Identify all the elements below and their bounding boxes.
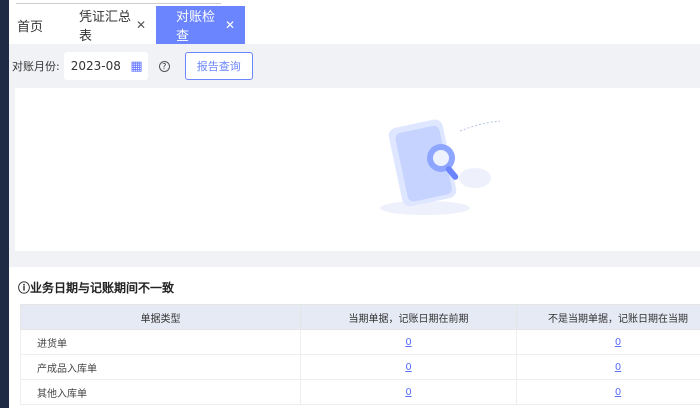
tab-home[interactable]: 首页: [9, 6, 69, 44]
mismatch-section: ⓘ业务日期与记账期间不一致 单据类型 当期单据，记账日期在前期 不是当期单据，记…: [9, 267, 700, 408]
tab-label: 对账检查: [176, 10, 216, 44]
section-title-text: 业务日期与记账期间不一致: [30, 281, 175, 295]
doc-type: 产成品入库单: [20, 354, 301, 380]
section-title: ⓘ业务日期与记账期间不一致: [18, 279, 174, 296]
doc-type: 其他入库单: [20, 379, 301, 405]
toolbar: 对账月份: 2023-08 ▦ ? 报告查询: [9, 44, 700, 88]
count-link[interactable]: 0: [405, 337, 411, 348]
month-picker[interactable]: 2023-08 ▦: [63, 52, 148, 80]
count-link[interactable]: 0: [615, 387, 621, 398]
doc-type: 进货单: [20, 329, 301, 355]
tab-label: 凭证汇总表: [79, 10, 132, 44]
count-link[interactable]: 0: [405, 362, 411, 373]
count-link[interactable]: 0: [615, 362, 621, 373]
table-row: 产成品入库单 0 0: [20, 354, 700, 380]
table-row: 进货单 0 0: [20, 329, 700, 355]
help-icon[interactable]: ?: [158, 60, 170, 72]
empty-state-panel: [15, 88, 700, 251]
table-row: 其他入库单 0 0: [20, 379, 700, 405]
empty-illustration-icon: [380, 119, 501, 215]
tab-label: 首页: [17, 19, 44, 35]
calendar-icon[interactable]: ▦: [130, 59, 142, 74]
column-header: 单据类型: [20, 304, 301, 330]
table-header: 单据类型 当期单据，记账日期在前期 不是当期单据，记账日期在当期: [20, 304, 700, 330]
month-label: 对账月份:: [12, 60, 60, 73]
close-icon[interactable]: ✕: [136, 18, 146, 32]
column-header: 当期单据，记账日期在前期: [300, 304, 517, 330]
tab-reconciliation-check[interactable]: 对账检查 ✕: [156, 6, 245, 44]
month-value: 2023-08: [70, 59, 121, 73]
column-header: 不是当期单据，记账日期在当期: [516, 304, 700, 330]
divider: [16, 3, 221, 4]
info-icon: ⓘ: [18, 281, 31, 295]
report-query-button[interactable]: 报告查询: [184, 52, 253, 80]
count-link[interactable]: 0: [405, 387, 411, 398]
close-icon[interactable]: ✕: [225, 18, 235, 32]
tab-voucher-summary[interactable]: 凭证汇总表 ✕: [69, 6, 156, 44]
left-sidebar: [0, 0, 9, 408]
tab-bar: 首页 凭证汇总表 ✕ 对账检查 ✕: [9, 6, 700, 44]
count-link[interactable]: 0: [615, 337, 621, 348]
mismatch-table: 单据类型 当期单据，记账日期在前期 不是当期单据，记账日期在当期 进货单 0 0 产…: [20, 304, 700, 405]
